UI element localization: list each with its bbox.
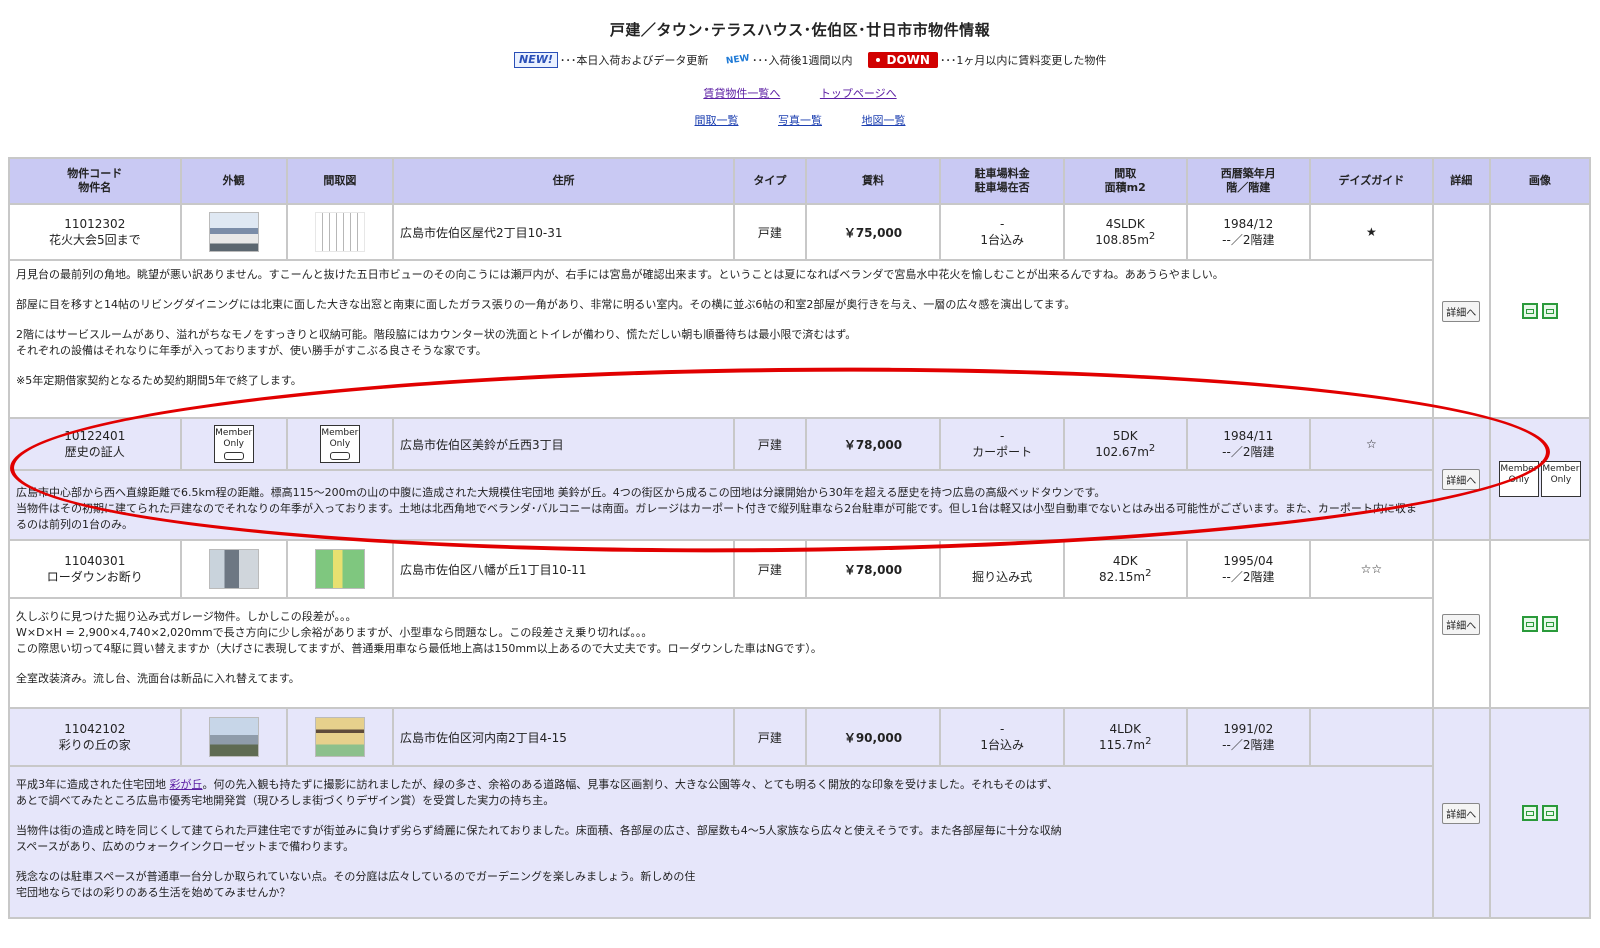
rent-cell: ￥75,000 <box>804 203 942 261</box>
layout-cell: 4SLDK 108.85m2 <box>1062 203 1188 261</box>
parking-cell: 掘り込み式 <box>939 539 1065 599</box>
header-built: 西暦築年月 階／階建 <box>1185 157 1312 205</box>
header-type: タイプ <box>733 157 807 205</box>
rent-cell: ￥90,000 <box>804 707 942 767</box>
type-cell: 戸建 <box>733 203 807 261</box>
photo-image-icon[interactable] <box>1541 303 1558 319</box>
detail-button[interactable]: 詳細へ <box>1442 802 1481 824</box>
header-code: 物件コード 物件名 <box>8 157 182 205</box>
header-floorplan: 間取図 <box>285 157 394 205</box>
parking-cell: - カーポート <box>939 417 1065 471</box>
layout-cell: 4DK 82.15m2 <box>1062 539 1188 599</box>
listing-code-cell: 10122401 歴史の証人 <box>8 417 182 471</box>
listing-description: 月見台の最前列の角地。眺望が悪い訳ありません。すこーんと抜けた五日市ビューのその… <box>8 259 1434 419</box>
listing-description-row: 広島市中心部から西へ直線距離で6.5km程の距離。標高115～200mの山の中腹… <box>8 469 1590 541</box>
listing-code-cell: 11042102 彩りの丘の家 <box>8 707 182 767</box>
listing-description-row: 月見台の最前列の角地。眺望が悪い訳ありません。すこーんと抜けた五日市ビューのその… <box>8 259 1590 419</box>
listing-description: 久しぶりに見つけた掘り込み式ガレージ物件。しかしこの段差が。。。 W×D×H =… <box>8 597 1434 709</box>
exterior-photo[interactable] <box>208 549 259 589</box>
photo-image-icon[interactable] <box>1541 805 1558 821</box>
address-cell: 広島市佐伯区美鈴が丘西3丁目 <box>391 417 736 471</box>
table-row: 10122401 歴史の証人 Member Only Member Only 広島市佐… <box>8 417 1592 541</box>
page-title: 戸建／タウン･テラスハウス･佐伯区･廿日市市物件情報 <box>609 21 991 39</box>
header-image: 画像 <box>1488 157 1592 205</box>
parking-cell: -1台込み <box>939 203 1065 261</box>
link-floorplan-list[interactable]: 間取一覧 <box>695 114 739 127</box>
exterior-photo[interactable] <box>208 717 259 757</box>
listing-description: 広島市中心部から西へ直線距離で6.5km程の距離。標高115～200mの山の中腹… <box>8 469 1434 541</box>
table-header-row: 物件コード 物件名 外観 間取図 住所 タイプ 賃料 駐車場料金 駐車場在否 間取面… <box>8 157 1592 205</box>
member-only-icon[interactable]: Member Only <box>1540 461 1581 497</box>
layout-cell: 5DK 102.67m2 <box>1062 417 1188 471</box>
area-link[interactable]: 彩が丘 <box>170 778 203 791</box>
detail-button[interactable]: 詳細へ <box>1442 613 1481 635</box>
floorplan-thumbnail[interactable] <box>314 212 365 252</box>
table-row: 11042102 彩りの丘の家 広島市佐伯区河内南2丁目4-15 戸建 ￥90,0… <box>8 707 1592 919</box>
header-rent: 賃料 <box>804 157 942 205</box>
listing-description-row: 平成3年に造成された住宅団地 彩が丘。何の先入観も持たずに撮影に訪れましたが、緑… <box>8 765 1590 919</box>
exterior-photo[interactable] <box>208 212 259 252</box>
type-cell: 戸建 <box>733 417 807 471</box>
address-cell: 広島市佐伯区河内南2丁目4-15 <box>391 707 736 767</box>
header-address: 住所 <box>391 157 736 205</box>
layout-cell: 4LDK 115.7m2 <box>1062 707 1188 767</box>
built-cell: 1991/02 --／2階建 <box>1185 707 1312 767</box>
floorplan-thumbnail[interactable] <box>314 717 365 757</box>
detail-button[interactable]: 詳細へ <box>1442 468 1481 490</box>
link-photo-list[interactable]: 写真一覧 <box>778 114 822 127</box>
floorplan-thumbnail[interactable] <box>314 549 365 589</box>
built-cell: 1984/11 --／2階建 <box>1185 417 1312 471</box>
legend-new-text: ･･･本日入荷およびデータ更新 <box>559 54 709 67</box>
guide-rating <box>1309 707 1434 767</box>
photo-image-icon[interactable] <box>1541 616 1558 632</box>
down-badge-icon: DOWN <box>868 52 938 68</box>
nav-links-secondary: 間取一覧 写真一覧 地図一覧 <box>0 112 1600 128</box>
new-badge-icon: NEW! <box>514 52 558 68</box>
listings-table: 物件コード 物件名 外観 間取図 住所 タイプ 賃料 駐車場料金 駐車場在否 間取面… <box>8 157 1592 919</box>
parking-cell: -1台込み <box>939 707 1065 767</box>
built-cell: 1995/04 --／2階建 <box>1185 539 1312 599</box>
listing-code-cell: 11012302 花火大会5回まで <box>8 203 182 261</box>
link-map-list[interactable]: 地図一覧 <box>862 114 906 127</box>
down-badge-label: DOWN <box>886 53 930 67</box>
header-parking: 駐車場料金 駐車場在否 <box>939 157 1065 205</box>
detail-button[interactable]: 詳細へ <box>1442 300 1481 322</box>
guide-rating: ☆ <box>1309 417 1434 471</box>
rent-cell: ￥78,000 <box>804 539 942 599</box>
legend-new2-text: ･･･入荷後1週間以内 <box>751 54 853 67</box>
listing-description-row: 久しぶりに見つけた掘り込み式ガレージ物件。しかしこの段差が。。。 W×D×H =… <box>8 597 1590 709</box>
address-cell: 広島市佐伯区八幡が丘1丁目10-11 <box>391 539 736 599</box>
floorplan-image-icon[interactable] <box>1521 616 1538 632</box>
floorplan-image-icon[interactable] <box>1521 303 1538 319</box>
listing-description: 平成3年に造成された住宅団地 彩が丘。何の先入観も持たずに撮影に訪れましたが、緑… <box>8 765 1434 919</box>
rent-cell: ￥78,000 <box>804 417 942 471</box>
listing-code-cell: 11040301 ローダウンお断り <box>8 539 182 599</box>
link-rental-list[interactable]: 賃貸物件一覧へ <box>703 87 780 100</box>
header-guide: デイズガイド <box>1309 157 1434 205</box>
guide-rating: ★ <box>1309 203 1434 261</box>
type-cell: 戸建 <box>733 707 807 767</box>
member-only-icon[interactable]: Member Only <box>1498 461 1539 497</box>
new-week-badge-icon: NEW <box>725 53 751 67</box>
link-top-page[interactable]: トップページへ <box>820 87 897 100</box>
header-layout: 間取 面積m2 <box>1062 157 1188 205</box>
member-only-icon[interactable]: Member Only <box>213 425 254 463</box>
legend: NEW! ･･･本日入荷およびデータ更新 NEW ･･･入荷後1週間以内 DOW… <box>514 52 1106 68</box>
table-row: 11012302 花火大会5回まで 広島市佐伯区屋代2丁目10-31 戸建 ￥75… <box>8 203 1592 419</box>
header-exterior: 外観 <box>179 157 288 205</box>
address-cell: 広島市佐伯区屋代2丁目10-31 <box>391 203 736 261</box>
floorplan-image-icon[interactable] <box>1521 805 1538 821</box>
nav-links-primary: 賃貸物件一覧へ トップページへ <box>0 85 1600 101</box>
guide-rating: ☆☆ <box>1309 539 1434 599</box>
legend-down-text: ･･･1ヶ月以内に賃料変更した物件 <box>939 54 1107 67</box>
table-row: 11040301 ローダウンお断り 広島市佐伯区八幡が丘1丁目10-11 戸建 ￥… <box>8 539 1592 709</box>
member-only-icon[interactable]: Member Only <box>319 425 360 463</box>
type-cell: 戸建 <box>733 539 807 599</box>
built-cell: 1984/12 --／2階建 <box>1185 203 1312 261</box>
header-detail: 詳細 <box>1431 157 1491 205</box>
